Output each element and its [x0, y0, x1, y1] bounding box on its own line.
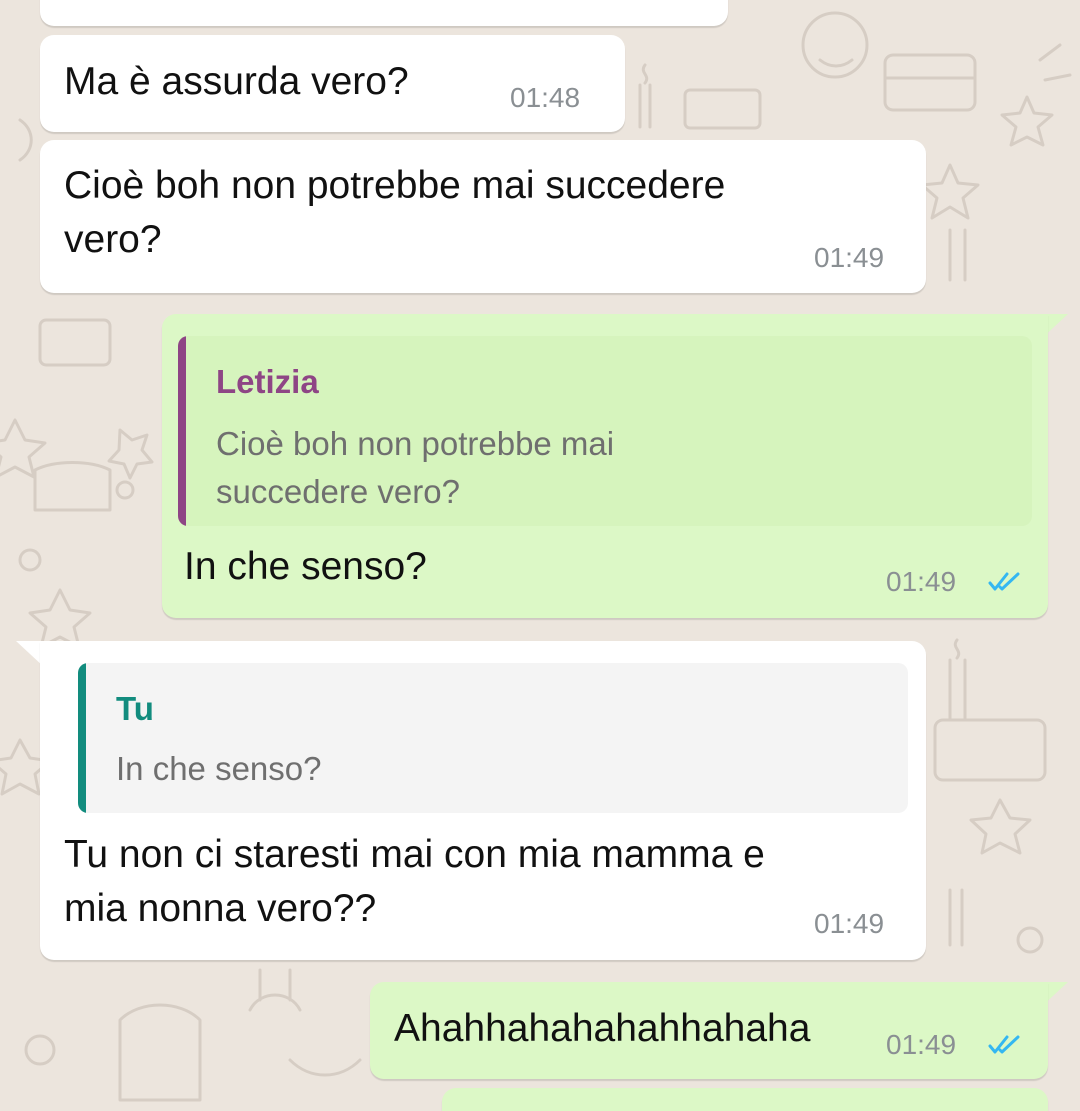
quoted-message[interactable]: Tu In che senso? [78, 663, 908, 813]
double-check-read-icon [988, 1035, 1020, 1054]
message-time: 01:48 [510, 82, 581, 113]
message-time: 01:49 [886, 566, 957, 597]
message-time: 01:49 [814, 908, 885, 939]
message-text: Cioè boh non potrebbe mai succedere vero… [64, 164, 726, 261]
message-bubble-incoming-2[interactable]: Cioè boh non potrebbe mai succedere vero… [40, 140, 926, 293]
quote-author: Letizia [216, 363, 319, 400]
message-bubble-incoming-1[interactable]: Ma è assurda vero? 01:48 [40, 35, 625, 132]
message-text: Ahahhahahahahhahaha [394, 1007, 811, 1050]
message-text: In che senso? [184, 545, 427, 588]
quote-accent-bar [78, 663, 86, 813]
message-bubble-incoming-3[interactable]: Tu In che senso? Tu non ci staresti mai … [40, 641, 926, 960]
quoted-message[interactable]: Letizia Cioè boh non potrebbe mai succed… [178, 336, 1032, 526]
message-text: Ma è assurda vero? [64, 60, 409, 103]
quote-author: Tu [116, 690, 154, 727]
partial-message-bubble[interactable] [40, 0, 728, 26]
message-bubble-outgoing-2[interactable]: Ahahhahahahahhahaha 01:49 [370, 982, 1048, 1079]
message-time: 01:49 [814, 242, 885, 273]
message-bubble-outgoing-1[interactable]: Letizia Cioè boh non potrebbe mai succed… [162, 314, 1048, 618]
quote-text: Cioè boh non potrebbe mai succedere vero… [216, 425, 615, 510]
quote-accent-bar [178, 336, 186, 526]
double-check-read-icon [988, 572, 1020, 591]
quote-text: In che senso? [116, 750, 322, 787]
partial-message-bubble[interactable] [442, 1088, 1048, 1111]
message-time: 01:49 [886, 1029, 957, 1060]
message-text: Tu non ci staresti mai con mia mamma e m… [64, 833, 765, 930]
